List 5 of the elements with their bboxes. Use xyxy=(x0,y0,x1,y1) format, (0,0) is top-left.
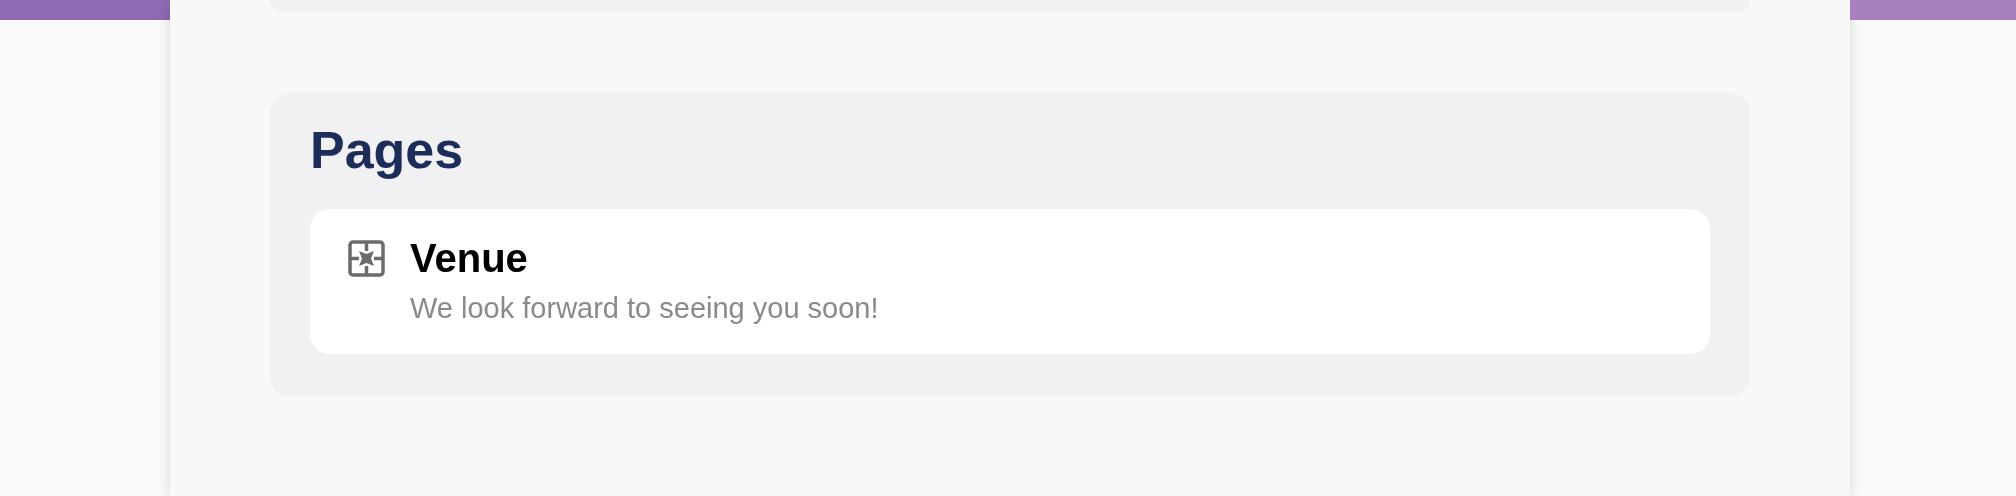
page-title: Venue xyxy=(410,235,529,282)
grid-icon xyxy=(348,240,385,277)
page-description: We look forward to seeing you soon! xyxy=(410,291,879,326)
section-title: Pages xyxy=(310,120,465,181)
page-link[interactable]: Venue We look forward to seeing you soon! xyxy=(310,209,1710,354)
